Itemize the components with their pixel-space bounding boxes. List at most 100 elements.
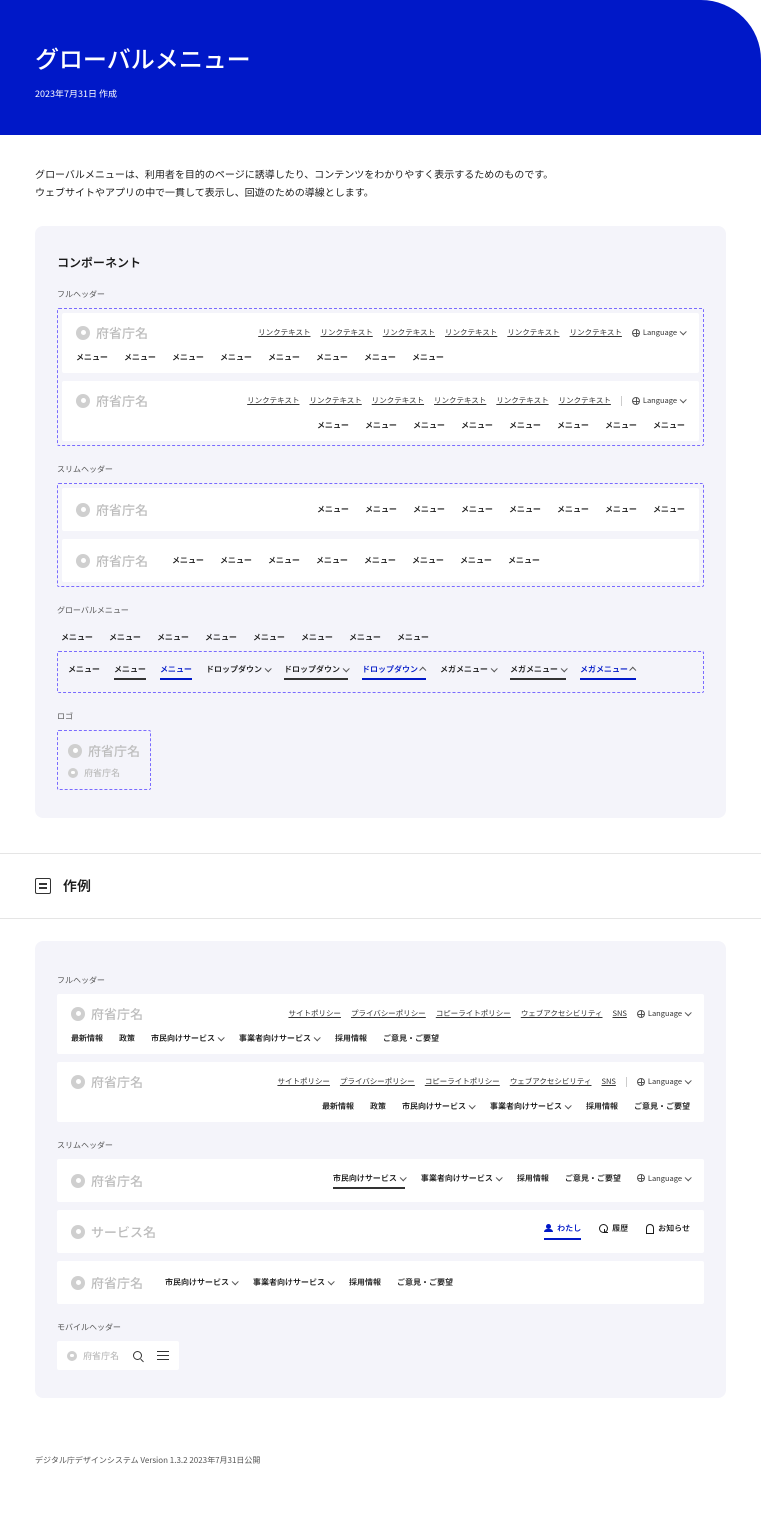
nav-feedback[interactable]: ご意見・ご要望	[397, 1277, 453, 1288]
logo[interactable]: 府省庁名	[71, 1072, 143, 1091]
link-site-policy[interactable]: サイトポリシー	[288, 1008, 341, 1019]
logo-large[interactable]: 府省庁名	[68, 741, 140, 760]
utility-link[interactable]: リンクテキスト	[445, 327, 497, 338]
mega-item[interactable]: メガメニュー	[440, 664, 496, 675]
link-site-policy[interactable]: サイトポリシー	[277, 1076, 330, 1087]
nav-item[interactable]: メニュー	[413, 504, 445, 515]
link-sns[interactable]: SNS	[602, 1076, 616, 1087]
nav-item[interactable]: メニュー	[268, 555, 300, 566]
logo[interactable]: 府省庁名	[76, 323, 148, 342]
nav-item[interactable]: メニュー	[653, 504, 685, 515]
nav-item[interactable]: メニュー	[412, 352, 444, 363]
nav-item[interactable]: メニュー	[509, 420, 541, 431]
nav-item[interactable]: メニュー	[68, 664, 100, 675]
nav-item[interactable]: メニュー	[205, 632, 237, 643]
logo[interactable]: 府省庁名	[71, 1004, 143, 1023]
nav-item[interactable]: メニュー	[509, 504, 541, 515]
nav-business[interactable]: 事業者向けサービス	[239, 1033, 319, 1044]
logo[interactable]: サービス名	[71, 1222, 156, 1241]
mega-item-hover[interactable]: メガメニュー	[510, 664, 566, 680]
nav-item[interactable]: メニュー	[349, 632, 381, 643]
utility-link[interactable]: リンクテキスト	[570, 327, 622, 338]
dropdown-item-active[interactable]: ドロップダウン	[362, 664, 426, 680]
nav-citizen-active[interactable]: 市民向けサービス	[333, 1173, 405, 1189]
dropdown-item[interactable]: ドロップダウン	[206, 664, 270, 675]
nav-policy[interactable]: 政策	[119, 1033, 135, 1044]
language-selector[interactable]: Language	[637, 1076, 690, 1087]
nav-item[interactable]: メニュー	[61, 632, 93, 643]
nav-item[interactable]: メニュー	[109, 632, 141, 643]
logo[interactable]: 府省庁名	[67, 1349, 119, 1362]
nav-recruit[interactable]: 採用情報	[335, 1033, 367, 1044]
nav-feedback[interactable]: ご意見・ご要望	[565, 1173, 621, 1184]
logo-small[interactable]: 府省庁名	[68, 766, 140, 779]
nav-item[interactable]: メニュー	[268, 352, 300, 363]
utility-link[interactable]: リンクテキスト	[247, 395, 299, 406]
action-notify[interactable]: お知らせ	[646, 1223, 690, 1234]
language-selector[interactable]: Language	[637, 1008, 690, 1019]
nav-item[interactable]: メニュー	[605, 420, 637, 431]
nav-recruit[interactable]: 採用情報	[349, 1277, 381, 1288]
nav-item[interactable]: メニュー	[605, 504, 637, 515]
link-accessibility[interactable]: ウェブアクセシビリティ	[510, 1076, 592, 1087]
nav-item[interactable]: メニュー	[316, 555, 348, 566]
nav-item[interactable]: メニュー	[220, 352, 252, 363]
search-icon[interactable]	[133, 1351, 143, 1361]
nav-item[interactable]: メニュー	[301, 632, 333, 643]
utility-link[interactable]: リンクテキスト	[507, 327, 559, 338]
nav-item[interactable]: メニュー	[557, 504, 589, 515]
utility-link[interactable]: リンクテキスト	[434, 395, 486, 406]
nav-policy[interactable]: 政策	[370, 1101, 386, 1112]
nav-item[interactable]: メニュー	[397, 632, 429, 643]
nav-item-active[interactable]: メニュー	[160, 664, 192, 680]
logo[interactable]: 府省庁名	[76, 391, 148, 410]
action-me[interactable]: わたし	[544, 1223, 581, 1240]
link-sns[interactable]: SNS	[613, 1008, 627, 1019]
link-privacy[interactable]: プライバシーポリシー	[340, 1076, 415, 1087]
nav-item[interactable]: メニュー	[364, 352, 396, 363]
nav-item[interactable]: メニュー	[316, 352, 348, 363]
nav-feedback[interactable]: ご意見・ご要望	[383, 1033, 439, 1044]
nav-business[interactable]: 事業者向けサービス	[490, 1101, 570, 1112]
nav-item[interactable]: メニュー	[253, 632, 285, 643]
nav-latest[interactable]: 最新情報	[71, 1033, 103, 1044]
nav-item[interactable]: メニュー	[317, 420, 349, 431]
nav-item[interactable]: メニュー	[124, 352, 156, 363]
nav-item[interactable]: メニュー	[461, 504, 493, 515]
nav-item[interactable]: メニュー	[364, 555, 396, 566]
nav-business[interactable]: 事業者向けサービス	[421, 1173, 501, 1184]
logo[interactable]: 府省庁名	[71, 1273, 143, 1292]
language-selector[interactable]: Language	[632, 395, 685, 406]
link-copyright[interactable]: コピーライトポリシー	[436, 1008, 511, 1019]
nav-item[interactable]: メニュー	[413, 420, 445, 431]
utility-link[interactable]: リンクテキスト	[383, 327, 435, 338]
nav-item[interactable]: メニュー	[460, 555, 492, 566]
nav-item[interactable]: メニュー	[365, 504, 397, 515]
utility-link[interactable]: リンクテキスト	[559, 395, 611, 406]
nav-item[interactable]: メニュー	[653, 420, 685, 431]
nav-item[interactable]: メニュー	[365, 420, 397, 431]
action-history[interactable]: 履歴	[599, 1223, 628, 1234]
logo[interactable]: 府省庁名	[76, 500, 148, 519]
logo[interactable]: 府省庁名	[71, 1171, 143, 1190]
nav-latest[interactable]: 最新情報	[322, 1101, 354, 1112]
nav-business[interactable]: 事業者向けサービス	[253, 1277, 333, 1288]
nav-recruit[interactable]: 採用情報	[586, 1101, 618, 1112]
nav-item[interactable]: メニュー	[172, 555, 204, 566]
dropdown-item-hover[interactable]: ドロップダウン	[284, 664, 348, 680]
nav-item[interactable]: メニュー	[461, 420, 493, 431]
nav-item[interactable]: メニュー	[412, 555, 444, 566]
utility-link[interactable]: リンクテキスト	[372, 395, 424, 406]
nav-item[interactable]: メニュー	[220, 555, 252, 566]
nav-item[interactable]: メニュー	[157, 632, 189, 643]
nav-item[interactable]: メニュー	[76, 352, 108, 363]
mega-item-active[interactable]: メガメニュー	[580, 664, 636, 680]
nav-item[interactable]: メニュー	[317, 504, 349, 515]
nav-item[interactable]: メニュー	[172, 352, 204, 363]
link-accessibility[interactable]: ウェブアクセシビリティ	[521, 1008, 603, 1019]
nav-item[interactable]: メニュー	[557, 420, 589, 431]
nav-citizen[interactable]: 市民向けサービス	[402, 1101, 474, 1112]
utility-link[interactable]: リンクテキスト	[320, 327, 372, 338]
utility-link[interactable]: リンクテキスト	[258, 327, 310, 338]
link-copyright[interactable]: コピーライトポリシー	[425, 1076, 500, 1087]
